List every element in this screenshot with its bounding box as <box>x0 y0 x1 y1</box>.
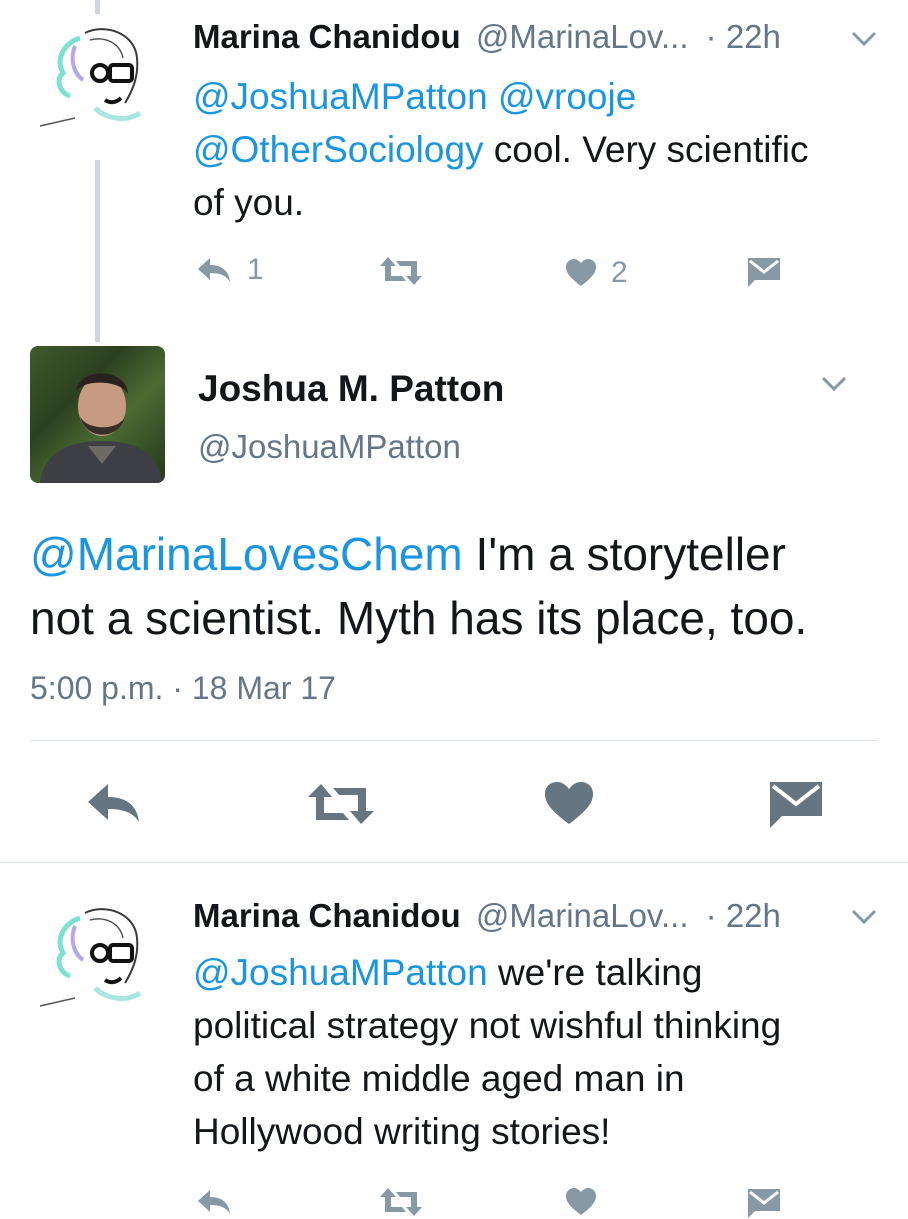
mention-link[interactable]: @MarinaLovesChem <box>30 528 463 580</box>
chevron-down-icon[interactable] <box>820 375 848 393</box>
envelope-icon <box>748 1189 780 1218</box>
tweet-text-fragment: Hollywood writing stories! <box>193 1111 611 1152</box>
tweet-time[interactable]: · 22h <box>706 897 781 934</box>
tweet-text: @JoshuaMPatton @vrooje @OtherSociology c… <box>193 70 808 229</box>
envelope-icon <box>770 782 822 828</box>
thread-line-top <box>95 0 100 14</box>
chevron-down-icon[interactable] <box>850 30 878 48</box>
avatar-marina[interactable] <box>35 898 155 1008</box>
tweet-text-fragment: cool. Very scientific <box>483 129 809 170</box>
envelope-icon <box>748 258 780 287</box>
reply-icon <box>198 1190 230 1214</box>
like-button[interactable] <box>565 1187 597 1217</box>
tweet-text: @MarinaLovesChem I'm a storyteller not a… <box>30 522 807 650</box>
reply-button[interactable] <box>85 780 143 831</box>
thread-line <box>95 160 100 342</box>
dm-button[interactable] <box>746 256 782 288</box>
heart-icon <box>566 259 596 286</box>
mention-link[interactable]: @JoshuaMPatton <box>193 952 488 993</box>
reply-icon <box>88 784 139 822</box>
heart-icon <box>545 782 593 824</box>
dm-button[interactable] <box>746 1187 782 1219</box>
tweet-text: @JoshuaMPatton we're talking political s… <box>193 946 781 1158</box>
author-line: Marina Chanidou @MarinaLov... · 22h <box>193 18 781 56</box>
retweet-button[interactable] <box>378 1186 424 1218</box>
tweet-text-fragment: we're talking <box>487 952 703 993</box>
avatar-joshua[interactable] <box>30 346 165 483</box>
reply-count: 1 <box>247 253 264 286</box>
author-handle[interactable]: @MarinaLov... <box>476 18 689 55</box>
divider <box>30 740 878 741</box>
mention-link[interactable]: @JoshuaMPatton @vrooje <box>193 76 636 117</box>
author-handle[interactable]: @MarinaLov... <box>476 897 689 934</box>
author-name[interactable]: Joshua M. Patton <box>198 368 504 410</box>
dm-button[interactable] <box>768 780 824 835</box>
reply-button[interactable] <box>195 1186 233 1218</box>
tweet-time[interactable]: · 22h <box>706 18 781 55</box>
tweet-text-fragment: of you. <box>193 182 305 223</box>
heart-icon <box>566 1188 596 1215</box>
retweet-button[interactable] <box>305 782 377 831</box>
retweet-icon <box>380 1188 422 1216</box>
retweet-icon <box>380 257 422 285</box>
tweet-timestamp[interactable]: 5:00 p.m. · 18 Mar 17 <box>30 670 336 707</box>
like-button[interactable] <box>543 780 595 831</box>
retweet-icon <box>308 784 374 824</box>
author-handle[interactable]: @JoshuaMPatton <box>198 428 461 466</box>
tweet-text-fragment: not a scientist. Myth has its place, too… <box>30 592 808 644</box>
author-name[interactable]: Marina Chanidou <box>193 18 461 55</box>
divider <box>0 862 908 863</box>
retweet-button[interactable] <box>378 255 424 287</box>
mention-link[interactable]: @OtherSociology <box>193 129 484 170</box>
like-count: 2 <box>611 256 628 289</box>
avatar-marina[interactable] <box>35 18 155 128</box>
like-button[interactable]: 2 <box>565 256 628 290</box>
tweet-text-fragment: of a white middle aged man in <box>193 1058 685 1099</box>
author-name[interactable]: Marina Chanidou <box>193 897 461 934</box>
chevron-down-icon[interactable] <box>850 908 878 926</box>
tweet-text-fragment: political strategy not wishful thinking <box>193 1005 782 1046</box>
reply-icon <box>198 258 230 282</box>
tweet-text-fragment: I'm a storyteller <box>462 528 786 580</box>
reply-button[interactable]: 1 <box>195 253 264 287</box>
author-line: Marina Chanidou @MarinaLov... · 22h <box>193 897 781 935</box>
